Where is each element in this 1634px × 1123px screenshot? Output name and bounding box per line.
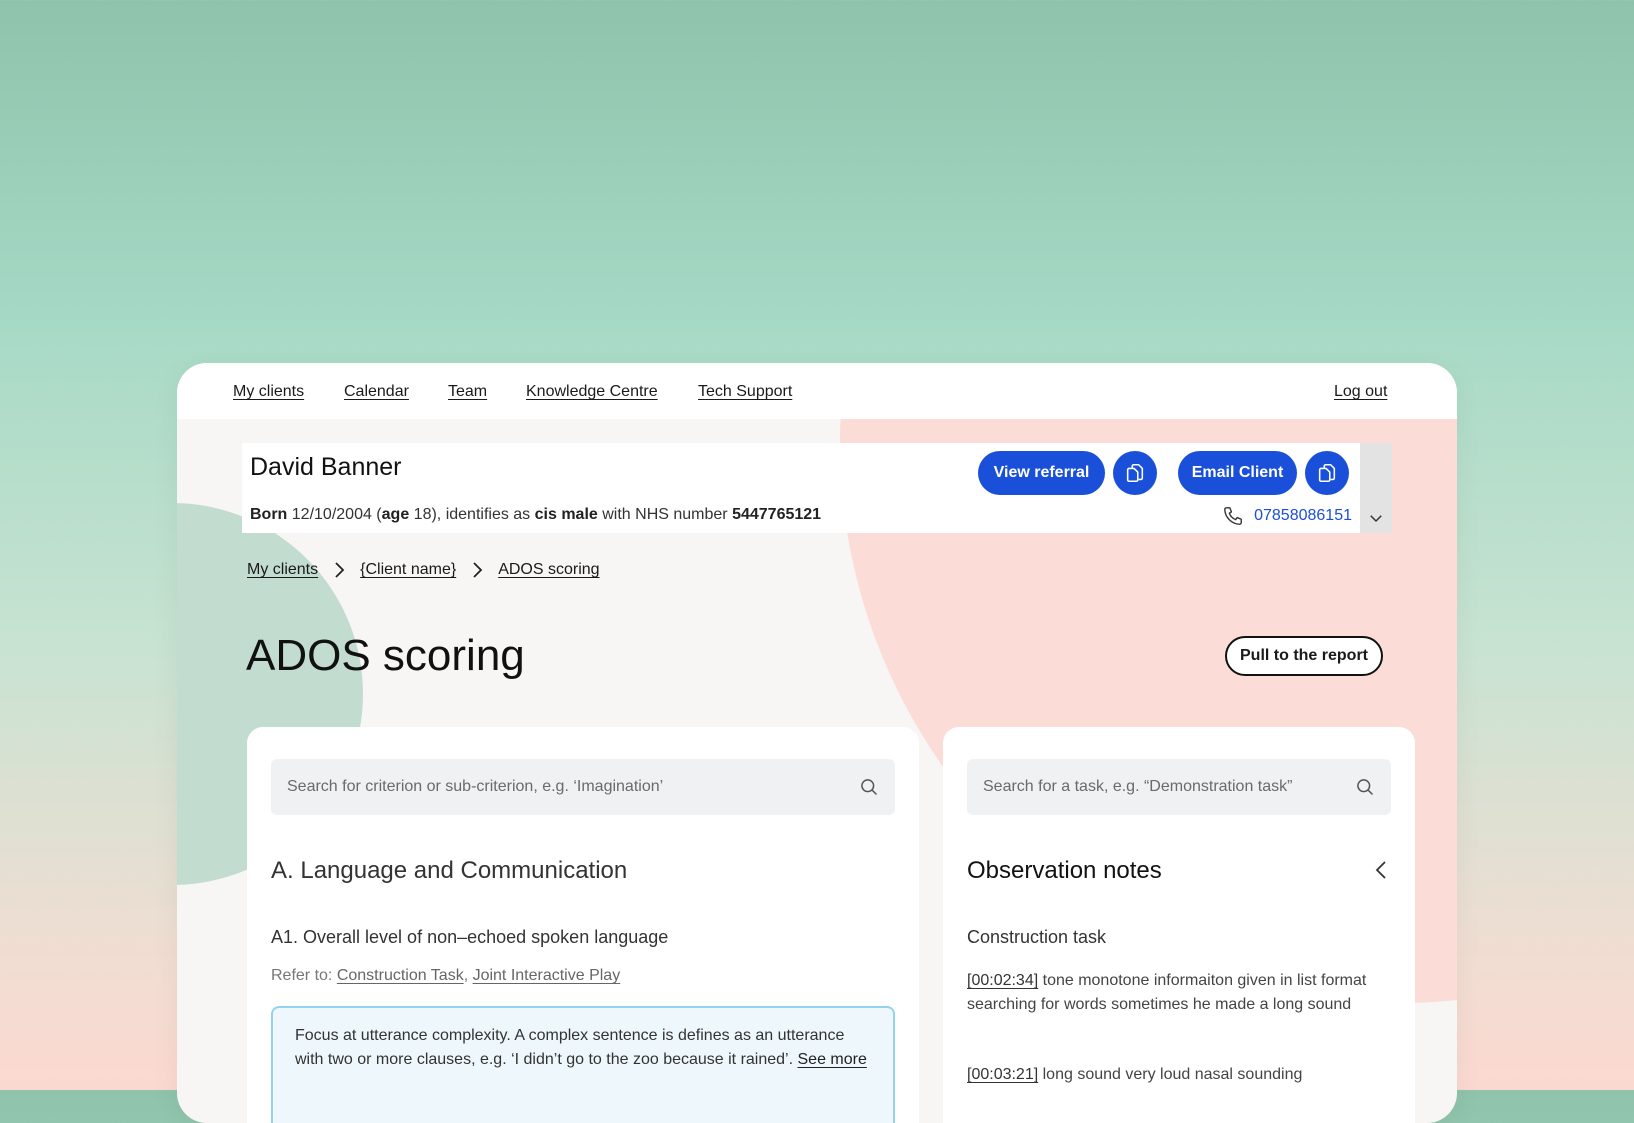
client-name: David Banner xyxy=(250,453,402,481)
client-header-card: David Banner Born 12/10/2004 (age 18), i… xyxy=(242,443,1392,533)
nav-tech-support[interactable]: Tech Support xyxy=(698,383,792,401)
criterion-title: A1. Overall level of non–echoed spoken l… xyxy=(271,927,669,947)
identifies-text: ), identifies as xyxy=(431,506,531,523)
copy-icon xyxy=(1318,463,1336,483)
logout-link[interactable]: Log out xyxy=(1334,383,1387,401)
note-timestamp[interactable]: [00:02:34] xyxy=(967,972,1038,989)
collapse-notes-button[interactable] xyxy=(1373,859,1391,886)
refer-label: Refer to: xyxy=(271,967,333,984)
age-value: 18 xyxy=(413,506,432,523)
page-title: ADOS scoring xyxy=(246,631,525,680)
breadcrumb: My clients {Client name} ADOS scoring xyxy=(247,561,600,579)
observation-notes-title: Observation notes xyxy=(967,857,1162,884)
born-label: Born xyxy=(250,506,288,523)
ados-criteria-panel: A. Language and Communication A1. Overal… xyxy=(247,727,919,1123)
copy-icon xyxy=(1126,463,1144,483)
task-search xyxy=(967,759,1391,815)
refer-link-joint-interactive-play[interactable]: Joint Interactive Play xyxy=(473,967,621,984)
chevron-down-icon xyxy=(1370,515,1382,523)
criterion-search-input[interactable] xyxy=(287,759,787,815)
observation-note: [00:03:21] long sound very loud nasal so… xyxy=(967,1063,1397,1087)
task-name: Construction task xyxy=(967,927,1107,947)
chevron-right-icon xyxy=(335,562,345,578)
guidance-info-box: Focus at utterance complexity. A complex… xyxy=(271,1006,895,1123)
app-window: My clients Calendar Team Knowledge Centr… xyxy=(177,363,1457,1123)
note-text: long sound very loud nasal sounding xyxy=(1038,1066,1303,1083)
chevron-left-icon xyxy=(1375,861,1386,879)
breadcrumb-client-name[interactable]: {Client name} xyxy=(360,561,456,579)
observation-notes-panel: Observation notes Construction task [00:… xyxy=(943,727,1415,1123)
date-of-birth: 12/10/2004 xyxy=(291,506,372,523)
chevron-right-icon xyxy=(473,562,483,578)
phone-number-link[interactable]: 07858086151 xyxy=(1254,507,1352,525)
copy-referral-button[interactable] xyxy=(1113,451,1157,495)
nav-knowledge-centre[interactable]: Knowledge Centre xyxy=(526,383,658,401)
nav-team[interactable]: Team xyxy=(448,383,487,401)
email-client-button[interactable]: Email Client xyxy=(1178,451,1297,495)
refer-link-construction-task[interactable]: Construction Task xyxy=(337,967,464,984)
see-more-link[interactable]: See more xyxy=(798,1051,867,1068)
pull-to-report-button[interactable]: Pull to the report xyxy=(1225,636,1383,676)
note-timestamp[interactable]: [00:03:21] xyxy=(967,1066,1038,1083)
phone-icon xyxy=(1224,507,1243,525)
gender-identity: cis male xyxy=(534,506,598,523)
guidance-text: Focus at utterance complexity. A complex… xyxy=(295,1027,845,1068)
breadcrumb-my-clients[interactable]: My clients xyxy=(247,561,318,579)
phone-contact: 07858086151 xyxy=(1222,505,1352,527)
search-icon[interactable] xyxy=(1355,777,1375,797)
client-details: Born 12/10/2004 (age 18), identifies as … xyxy=(250,506,822,523)
age-label: age xyxy=(381,506,410,523)
criterion-search xyxy=(271,759,895,815)
task-search-input[interactable] xyxy=(983,759,1323,815)
observation-note: [00:02:34] tone monotone informaiton giv… xyxy=(967,969,1397,1017)
section-title: A. Language and Communication xyxy=(271,857,628,884)
refer-to-line: Refer to: Construction Task, Joint Inter… xyxy=(271,967,621,984)
nhs-text: with NHS number xyxy=(602,506,728,523)
copy-email-button[interactable] xyxy=(1305,451,1349,495)
search-icon[interactable] xyxy=(859,777,879,797)
breadcrumb-ados-scoring[interactable]: ADOS scoring xyxy=(498,561,599,579)
expand-client-details[interactable] xyxy=(1360,443,1392,533)
view-referral-button[interactable]: View referral xyxy=(978,451,1105,495)
nhs-number: 5447765121 xyxy=(732,506,822,523)
nav-my-clients[interactable]: My clients xyxy=(233,383,304,401)
top-navigation: My clients Calendar Team Knowledge Centr… xyxy=(177,363,1457,419)
nav-calendar[interactable]: Calendar xyxy=(344,383,409,401)
